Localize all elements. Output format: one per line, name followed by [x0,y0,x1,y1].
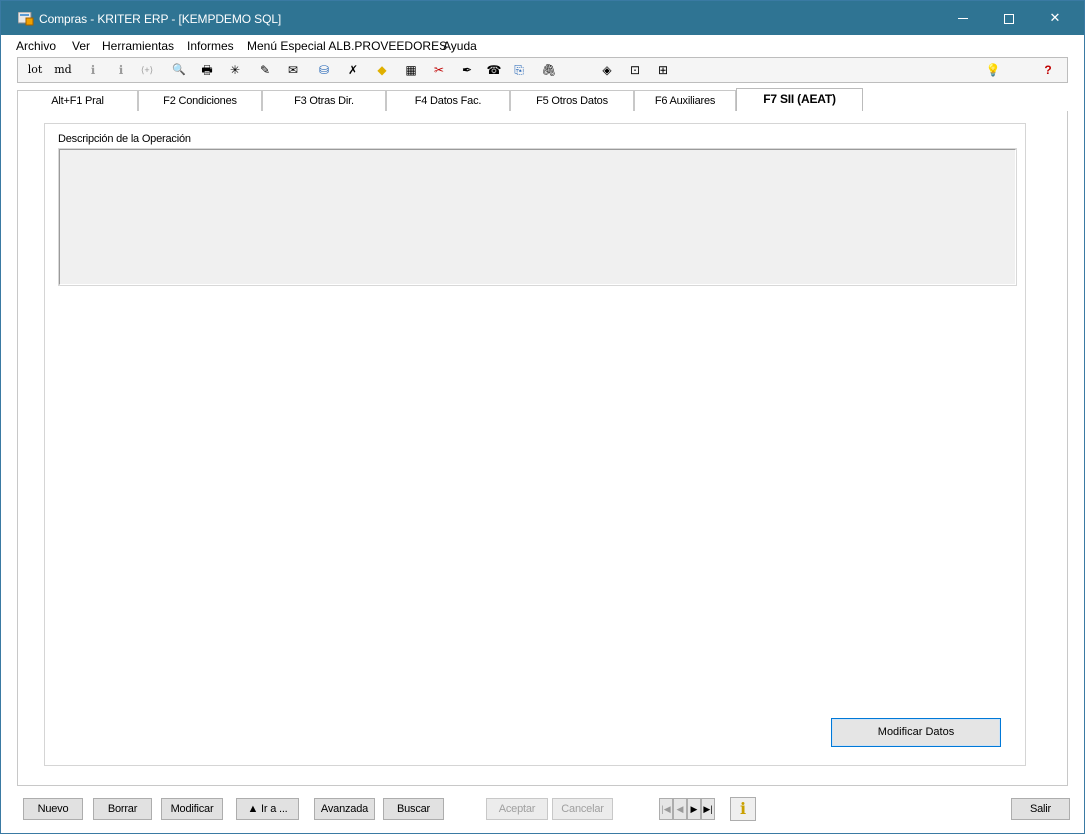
menu-ayuda[interactable]: Ayuda [443,39,477,53]
cancel-doc-icon[interactable]: ✗ [344,61,362,79]
modify-button[interactable]: Modificar [161,798,223,820]
tab-principal[interactable]: Alt+F1 Pral [17,90,138,112]
attach-icon[interactable]: ⎘ [510,61,528,79]
minimize-button[interactable] [940,1,986,35]
tab-datos-fac[interactable]: F4 Datos Fac. [386,90,510,112]
accept-button[interactable]: Aceptar [486,798,548,820]
action-bar: Nuevo Borrar Modificar ▲ Ir a ... Avanza… [1,791,1084,834]
last-record-icon[interactable]: ▶| [701,798,715,820]
description-field[interactable] [58,148,1017,286]
close-button[interactable]: ✕ [1032,1,1078,35]
cut-icon[interactable]: ✂ [430,61,448,79]
printer-icon[interactable]: 🖶 [198,61,216,79]
paperclip-icon[interactable]: 🖇 [540,61,558,79]
info-icon[interactable]: i [730,797,756,821]
toolbar: lot md ℹ ℹ ⟨+⟩ 🔍 🖶 ✳ ✎ ✉ ⛁ ✗ ◆ ▦ ✂ ✒ ☎ ⎘… [17,57,1068,83]
lightbulb-icon[interactable]: 💡 [984,61,1002,79]
calculator-icon[interactable]: ▦ [402,61,420,79]
delete-button[interactable]: Borrar [93,798,152,820]
pen-icon[interactable]: ✒ [458,61,476,79]
lot-button[interactable]: lot [24,61,46,79]
cancel-button[interactable]: Cancelar [552,798,613,820]
asterisk-icon[interactable]: ✳ [226,61,244,79]
minimize-icon [958,18,968,20]
next-record-icon[interactable]: ▶ [687,798,701,820]
description-label: Descripción de la Operación [58,133,191,145]
menu-bar: Archivo Ver Herramientas Informes Menú E… [1,37,1084,55]
close-icon: ✕ [1049,10,1061,25]
grid-icon[interactable]: ⊞ [654,61,672,79]
mail-icon[interactable]: ✉ [284,61,302,79]
tab-condiciones[interactable]: F2 Condiciones [138,90,262,112]
navigate-icon[interactable]: ⟨+⟩ [138,61,156,79]
menu-ver[interactable]: Ver [72,39,90,53]
search-doc-icon[interactable]: ⊡ [626,61,644,79]
advanced-button[interactable]: Avanzada [314,798,375,820]
info-icon[interactable]: ℹ [84,61,102,79]
first-record-icon[interactable]: |◀ [659,798,673,820]
md-button[interactable]: md [52,61,74,79]
print-preview-icon[interactable]: 🔍 [170,61,188,79]
modify-data-button[interactable]: Modificar Datos [831,718,1001,747]
menu-especial[interactable]: Menú Especial ALB.PROVEEDORES [247,39,447,53]
app-icon [18,12,34,26]
warning-icon[interactable]: ◆ [373,61,391,79]
tab-strip: Alt+F1 Pral F2 Condiciones F3 Otras Dir.… [17,88,1068,112]
info-alt-icon[interactable]: ℹ [112,61,130,79]
maximize-icon [1004,13,1014,24]
view-icon[interactable]: ◈ [598,61,616,79]
menu-herramientas[interactable]: Herramientas [102,39,174,53]
tab-otros-datos[interactable]: F5 Otros Datos [510,90,634,112]
main-window: Compras - KRITER ERP - [KEMPDEMO SQL] ✕ … [0,0,1085,834]
help-icon[interactable]: ? [1039,61,1057,79]
maximize-button[interactable] [986,1,1032,35]
tab-sii-aeat[interactable]: F7 SII (AEAT) [736,88,863,112]
menu-archivo[interactable]: Archivo [16,39,56,53]
phone-icon[interactable]: ☎ [485,61,503,79]
go-to-button[interactable]: ▲ Ir a ... [236,798,299,820]
search-button[interactable]: Buscar [383,798,444,820]
previous-record-icon[interactable]: ◀ [673,798,687,820]
menu-informes[interactable]: Informes [187,39,234,53]
exit-button[interactable]: Salir [1011,798,1070,820]
new-button[interactable]: Nuevo [23,798,83,820]
window-title: Compras - KRITER ERP - [KEMPDEMO SQL] [39,12,282,26]
edit-icon[interactable]: ✎ [256,61,274,79]
database-icon[interactable]: ⛁ [315,61,333,79]
tab-auxiliares[interactable]: F6 Auxiliares [634,90,736,112]
record-navigator: |◀ ◀ ▶ ▶| [659,798,717,820]
title-bar[interactable]: Compras - KRITER ERP - [KEMPDEMO SQL] ✕ [1,1,1084,35]
tab-otras-dir[interactable]: F3 Otras Dir. [262,90,386,112]
